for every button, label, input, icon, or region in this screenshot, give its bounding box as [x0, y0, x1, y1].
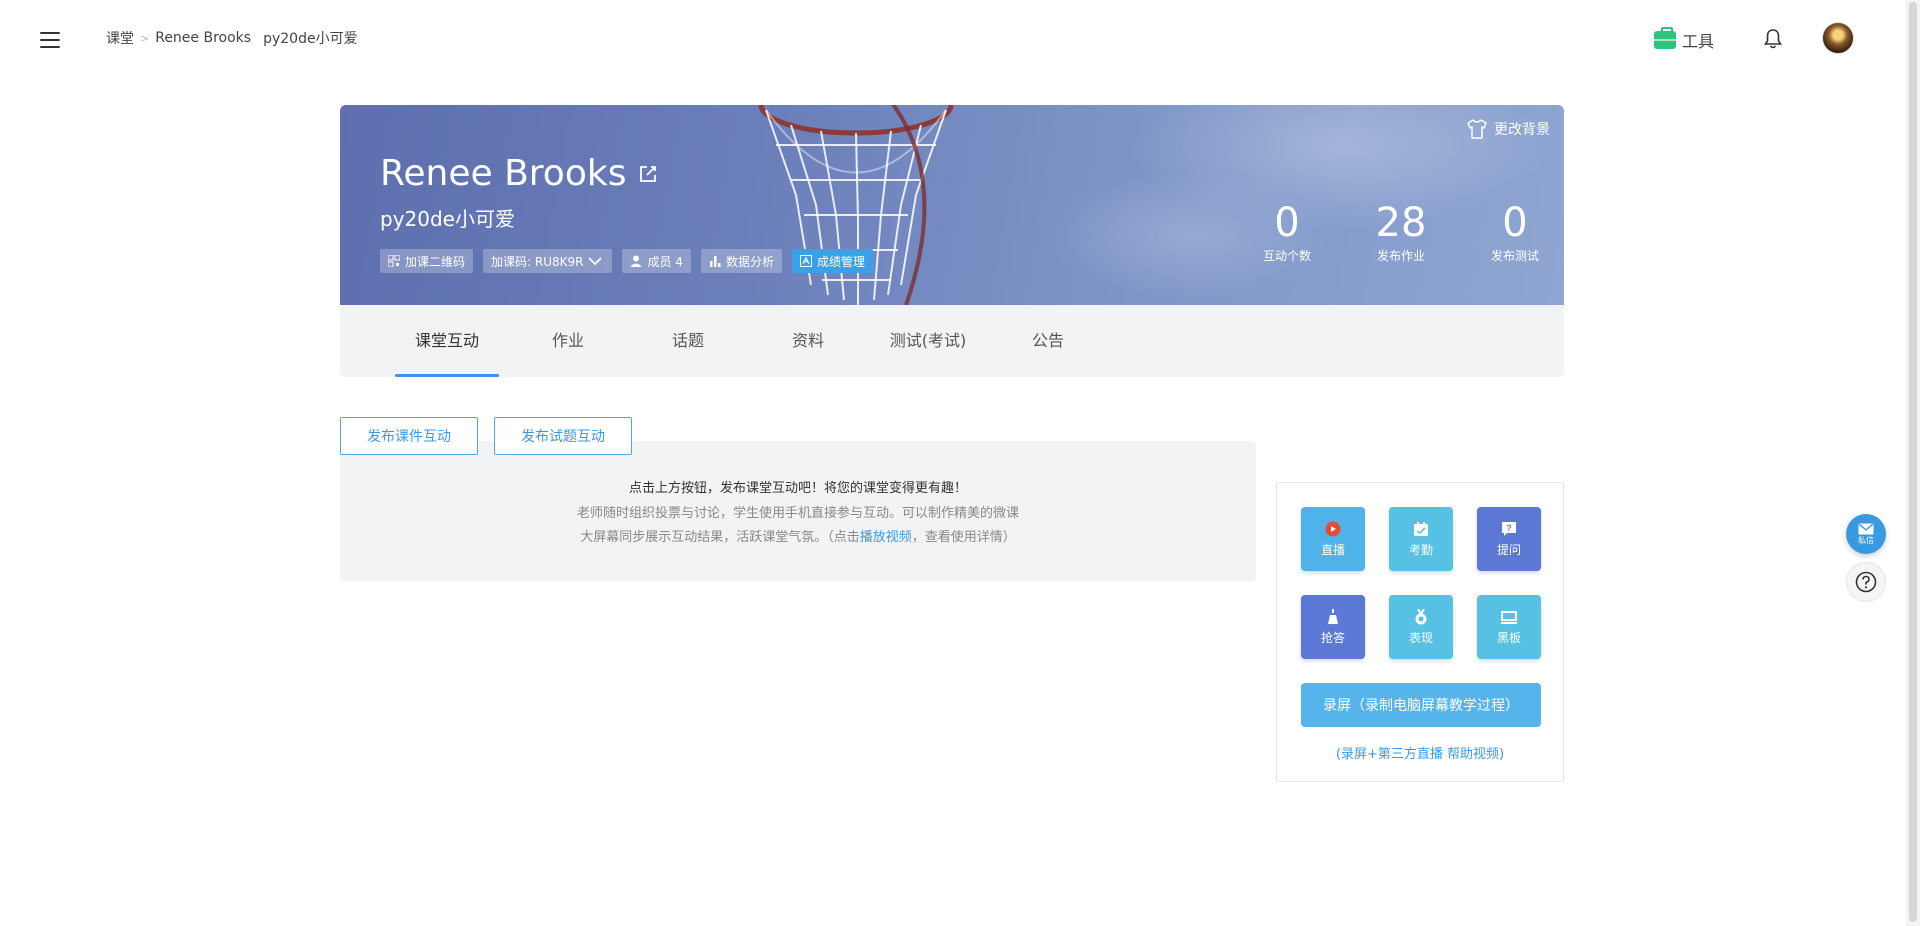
attendance-label: 考勤 — [1408, 542, 1433, 557]
user-icon — [630, 255, 643, 267]
class-banner: 更改背景 Renee Brooks py20de小可爱 加课二维码 加课码: R… — [340, 105, 1564, 305]
live-label: 直播 — [1320, 542, 1345, 557]
stat-interactions: 0 互动个数 — [1230, 201, 1344, 264]
play-video-link[interactable]: 播放视频 — [860, 530, 912, 545]
mail-icon — [1858, 522, 1874, 534]
stat-tests-label: 发布测试 — [1490, 249, 1539, 263]
performance-label: 表现 — [1408, 630, 1433, 645]
breadcrumb-class: py20de小可爱 — [263, 31, 358, 47]
question-tile[interactable]: ? 提问 — [1477, 507, 1541, 571]
calendar-icon — [1414, 521, 1428, 536]
empty-state-line2: 老师随时组织投票与讨论，学生使用手机直接参与互动。可以制作精美的微课 — [576, 506, 1019, 521]
classroom-tools-panel: 直播 考勤 ? 提问 抢答 表现 黑板 录屏（录制电脑屏幕教学过程） (录屏+第… — [1276, 482, 1564, 782]
medal-icon — [1415, 608, 1427, 624]
empty-state-line3-pre: 大屏幕同步展示互动结果，活跃课堂气氛。（点击 — [580, 530, 860, 545]
record-help-link[interactable]: (录屏+第三方直播 帮助视频) — [1277, 743, 1563, 762]
class-subtitle: py20de小可爱 — [380, 207, 515, 231]
help-icon — [1855, 571, 1877, 593]
class-title: Renee Brooks — [380, 153, 658, 194]
top-bar: 课堂 > Renee Brooks py20de小可爱 工具 — [0, 0, 1920, 78]
class-chips: 加课二维码 加课码: RU8K9R 成员 4 数据分析 成绩管理 — [380, 249, 873, 273]
quick-answer-label: 抢答 — [1320, 630, 1345, 645]
attendance-tile[interactable]: 考勤 — [1389, 507, 1453, 571]
class-tabs: 课堂互动 作业 话题 资料 测试(考试) 公告 — [340, 305, 1564, 377]
bell-icon[interactable] — [1764, 28, 1782, 50]
members-label: 成员 4 — [647, 254, 683, 269]
scrollbar-thumb[interactable] — [1909, 2, 1917, 922]
stat-homework: 28 发布作业 — [1344, 201, 1458, 264]
tab-tests[interactable]: 测试(考试) — [876, 305, 980, 377]
empty-state-line3: 大屏幕同步展示互动结果，活跃课堂气氛。（点击播放视频，查看使用详情） — [340, 526, 1256, 545]
class-code-chip[interactable]: 加课码: RU8K9R — [483, 249, 613, 273]
publish-quiz-button[interactable]: 发布试题互动 — [494, 417, 632, 455]
performance-tile[interactable]: 表现 — [1389, 595, 1453, 659]
blackboard-icon — [1501, 610, 1517, 624]
blackboard-tile[interactable]: 黑板 — [1477, 595, 1541, 659]
tshirt-icon — [1467, 119, 1487, 139]
tab-topics[interactable]: 话题 — [636, 305, 740, 377]
bar-chart-icon — [709, 256, 721, 267]
breadcrumb-root[interactable]: 课堂 — [106, 28, 134, 48]
help-button[interactable] — [1846, 562, 1886, 602]
tools-button[interactable]: 工具 — [1654, 27, 1715, 52]
empty-state-line3-post: ，查看使用详情） — [911, 530, 1016, 545]
page-scrollbar[interactable] — [1906, 0, 1920, 926]
menu-icon[interactable] — [40, 32, 60, 48]
interaction-empty-state: 点击上方按钮，发布课堂互动吧！将您的课堂变得更有趣！ 老师随时组织投票与讨论，学… — [340, 441, 1256, 581]
live-tile[interactable]: 直播 — [1301, 507, 1365, 571]
empty-state-title: 点击上方按钮，发布课堂互动吧！将您的课堂变得更有趣！ — [628, 481, 967, 496]
stat-homework-value: 28 — [1375, 200, 1427, 246]
publish-courseware-button[interactable]: 发布课件互动 — [340, 417, 478, 455]
live-icon — [1325, 521, 1341, 536]
tab-announcements[interactable]: 公告 — [996, 305, 1100, 377]
analytics-chip[interactable]: 数据分析 — [700, 249, 782, 273]
change-background-label: 更改背景 — [1494, 122, 1550, 138]
breadcrumb-teacher: Renee Brooks — [155, 30, 252, 46]
members-chip[interactable]: 成员 4 — [622, 249, 691, 273]
qr-code-label: 加课二维码 — [405, 254, 466, 269]
stat-interactions-label: 互动个数 — [1262, 249, 1311, 263]
blackboard-label: 黑板 — [1496, 630, 1521, 645]
stat-tests-value: 0 — [1502, 200, 1528, 246]
qr-code-chip[interactable]: 加课二维码 — [380, 249, 474, 273]
qr-code-icon — [388, 255, 400, 267]
avatar[interactable] — [1822, 22, 1854, 54]
tools-label: 工具 — [1682, 32, 1715, 51]
tab-materials[interactable]: 资料 — [756, 305, 860, 377]
class-title-text: Renee Brooks — [380, 153, 627, 194]
stat-interactions-value: 0 — [1274, 200, 1300, 246]
question-label: 提问 — [1496, 542, 1521, 557]
change-background-button[interactable]: 更改背景 — [1466, 119, 1550, 139]
question-icon: ? — [1502, 521, 1516, 536]
stat-homework-label: 发布作业 — [1376, 249, 1425, 263]
class-stats: 0 互动个数 28 发布作业 0 发布测试 — [1230, 201, 1564, 264]
briefcase-icon — [1654, 27, 1676, 49]
breadcrumb-separator: > — [140, 31, 150, 45]
stat-tests: 0 发布测试 — [1458, 201, 1564, 264]
analytics-label: 数据分析 — [725, 254, 774, 269]
grades-chip[interactable]: 成绩管理 — [791, 249, 873, 273]
breadcrumb: 课堂 > Renee Brooks py20de小可爱 — [106, 28, 358, 48]
grade-icon — [799, 255, 812, 267]
basketball-hoop-illustration — [758, 105, 954, 305]
quick-answer-icon — [1328, 608, 1338, 624]
screen-record-button[interactable]: 录屏（录制电脑屏幕教学过程） — [1301, 683, 1541, 727]
quick-answer-tile[interactable]: 抢答 — [1301, 595, 1365, 659]
tab-homework[interactable]: 作业 — [516, 305, 620, 377]
private-message-label: 私信 — [1858, 535, 1874, 545]
svg-text:?: ? — [1506, 523, 1512, 533]
chevron-down-icon — [588, 257, 603, 266]
edit-icon[interactable] — [638, 164, 658, 184]
class-code-label: 加课码: RU8K9R — [491, 254, 584, 269]
private-message-button[interactable]: 私信 — [1846, 514, 1886, 554]
grades-label: 成绩管理 — [816, 254, 865, 269]
tab-interaction[interactable]: 课堂互动 — [395, 305, 499, 377]
